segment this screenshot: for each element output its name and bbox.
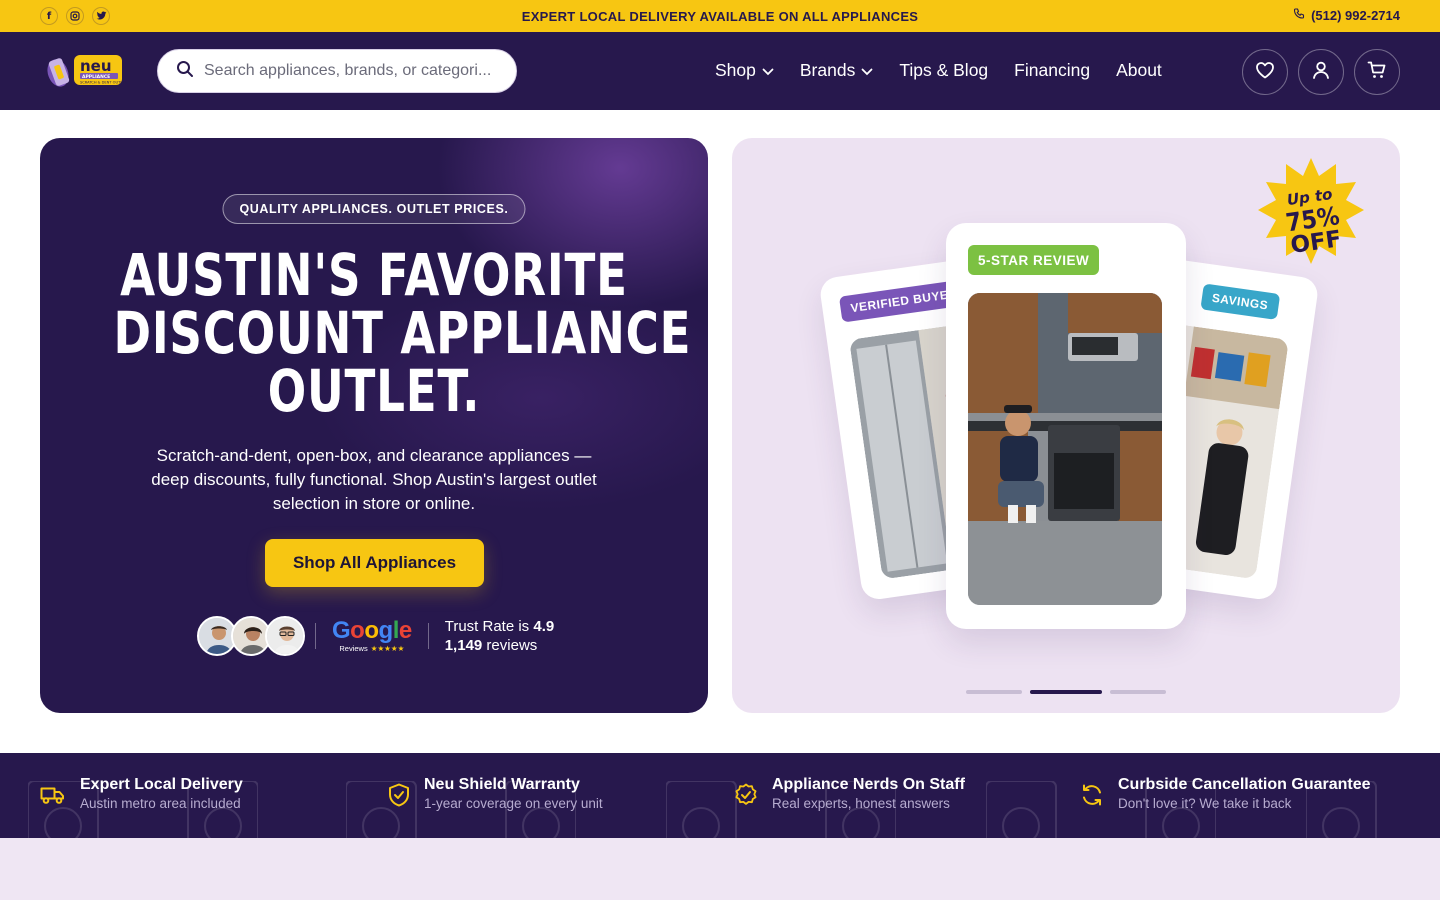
- headline-line-2: DISCOUNT APPLIANCE: [113, 299, 692, 367]
- wishlist-button[interactable]: [1242, 49, 1288, 95]
- cart-icon: [1367, 60, 1387, 85]
- headline-line-3: OUTLET.: [267, 357, 481, 425]
- shield-check-icon: [388, 783, 410, 812]
- search-icon: [176, 60, 194, 83]
- review-suffix: reviews: [482, 637, 538, 654]
- feature-desc: Don't love it? We take it back: [1118, 796, 1292, 811]
- feature-delivery: Expert Local Delivery Austin metro area …: [40, 775, 243, 813]
- phone-number: (512) 992-2714: [1311, 8, 1400, 23]
- feature-title: Expert Local Delivery: [80, 776, 243, 793]
- nav-shop[interactable]: Shop: [715, 60, 774, 81]
- phone-icon: [1293, 8, 1305, 23]
- refresh-icon: [1080, 783, 1104, 812]
- customer-avatars: [197, 616, 305, 656]
- main-nav: Shop Brands Tips & Blog Financing About: [715, 60, 1162, 81]
- review-count: 1,149: [444, 637, 483, 654]
- heart-icon: [1255, 61, 1275, 84]
- search-bar[interactable]: [157, 49, 517, 93]
- phone-link[interactable]: (512) 992-2714: [1293, 8, 1400, 23]
- features-strip: Expert Local Delivery Austin metro area …: [0, 753, 1440, 838]
- carousel-dot-2[interactable]: [1030, 690, 1102, 694]
- discount-badge: Up to 75% OFF: [1256, 156, 1366, 272]
- avatar: [265, 616, 305, 656]
- svg-text:APPLIANCE: APPLIANCE: [82, 74, 110, 80]
- feature-desc: 1-year coverage on every unit: [424, 796, 603, 811]
- feature-experts: Appliance Nerds On Staff Real experts, h…: [734, 775, 965, 813]
- shop-all-button[interactable]: Shop All Appliances: [265, 539, 484, 587]
- nav-financing-label: Financing: [1014, 60, 1091, 80]
- header-actions: [1242, 49, 1400, 95]
- carousel-dot-1[interactable]: [966, 690, 1022, 694]
- hero-subtext: Scratch-and-dent, open-box, and clearanc…: [151, 446, 597, 513]
- review-card-five-star[interactable]: 5-STAR REVIEW: [946, 223, 1186, 629]
- chevron-down-icon: [762, 60, 774, 81]
- divider: [315, 623, 316, 649]
- account-button[interactable]: [1298, 49, 1344, 95]
- feature-title: Appliance Nerds On Staff: [772, 776, 965, 793]
- nav-financing[interactable]: Financing: [1014, 60, 1090, 81]
- nav-tips-label: Tips & Blog: [899, 60, 989, 80]
- google-stars: ★★★★★: [370, 644, 405, 653]
- site-logo[interactable]: neu APPLIANCE SCRATCH & DENT OUTLET: [44, 49, 128, 93]
- badge-check-icon: [734, 783, 758, 812]
- feature-desc: Austin metro area included: [80, 796, 241, 811]
- nav-about-label: About: [1116, 60, 1162, 80]
- five-star-tag: 5-STAR REVIEW: [968, 245, 1100, 275]
- trust-rating: Trust Rate is 4.9 1,149 reviews: [445, 617, 555, 655]
- feature-title: Neu Shield Warranty: [424, 776, 580, 793]
- nav-brands-label: Brands: [799, 60, 856, 80]
- svg-text:neu: neu: [80, 57, 112, 75]
- google-sub-label: Reviews: [339, 644, 368, 653]
- nav-brands[interactable]: Brands: [800, 60, 873, 81]
- google-reviews-caption: Reviews ★★★★★: [339, 644, 404, 653]
- truck-icon: [40, 785, 66, 810]
- chevron-down-icon: [861, 60, 873, 81]
- review-carousel: VERIFIED BUYER SAVINGS 5-STAR REVIEW Up …: [732, 138, 1400, 713]
- announcement-bar: f EXPERT LOCAL DELIVERY AVAILABLE ON ALL…: [0, 0, 1440, 32]
- trust-row: Google Reviews ★★★★★ Trust Rate is 4.9 1…: [197, 614, 554, 658]
- nav-tips-blog[interactable]: Tips & Blog: [899, 60, 988, 81]
- feature-warranty: Neu Shield Warranty 1-year coverage on e…: [388, 775, 603, 813]
- search-input[interactable]: [204, 62, 494, 80]
- nav-shop-label: Shop: [715, 60, 756, 80]
- feature-desc: Real experts, honest answers: [772, 796, 950, 811]
- headline-line-1: AUSTIN'S FAVORITE: [120, 241, 628, 309]
- svg-text:SCRATCH & DENT OUTLET: SCRATCH & DENT OUTLET: [80, 81, 126, 85]
- tagline-pill: QUALITY APPLIANCES. OUTLET PRICES.: [222, 194, 526, 224]
- site-header: neu APPLIANCE SCRATCH & DENT OUTLET Shop…: [0, 32, 1440, 110]
- cart-button[interactable]: [1354, 49, 1400, 95]
- hero-headline: AUSTIN'S FAVORITE DISCOUNT APPLIANCE OUT…: [40, 246, 708, 420]
- user-icon: [1311, 60, 1331, 85]
- next-section-background: [0, 838, 1440, 900]
- customer-photo: [968, 293, 1162, 605]
- feature-cancellation: Curbside Cancellation Guarantee Don't lo…: [1080, 775, 1371, 813]
- google-reviews-logo: Google Reviews ★★★★★: [332, 617, 412, 654]
- trust-prefix: Trust Rate is: [444, 618, 534, 635]
- trust-score: 4.9: [533, 618, 555, 635]
- google-wordmark: Google: [332, 617, 412, 644]
- divider: [427, 623, 429, 649]
- carousel-dots: [966, 690, 1166, 694]
- feature-title: Curbside Cancellation Guarantee: [1118, 776, 1371, 793]
- hero-promo-panel: QUALITY APPLIANCES. OUTLET PRICES. AUSTI…: [40, 138, 708, 713]
- savings-tag: SAVINGS: [1200, 283, 1280, 320]
- announcement-text: EXPERT LOCAL DELIVERY AVAILABLE ON ALL A…: [521, 9, 919, 24]
- carousel-dot-3[interactable]: [1110, 690, 1166, 694]
- nav-about[interactable]: About: [1116, 60, 1162, 81]
